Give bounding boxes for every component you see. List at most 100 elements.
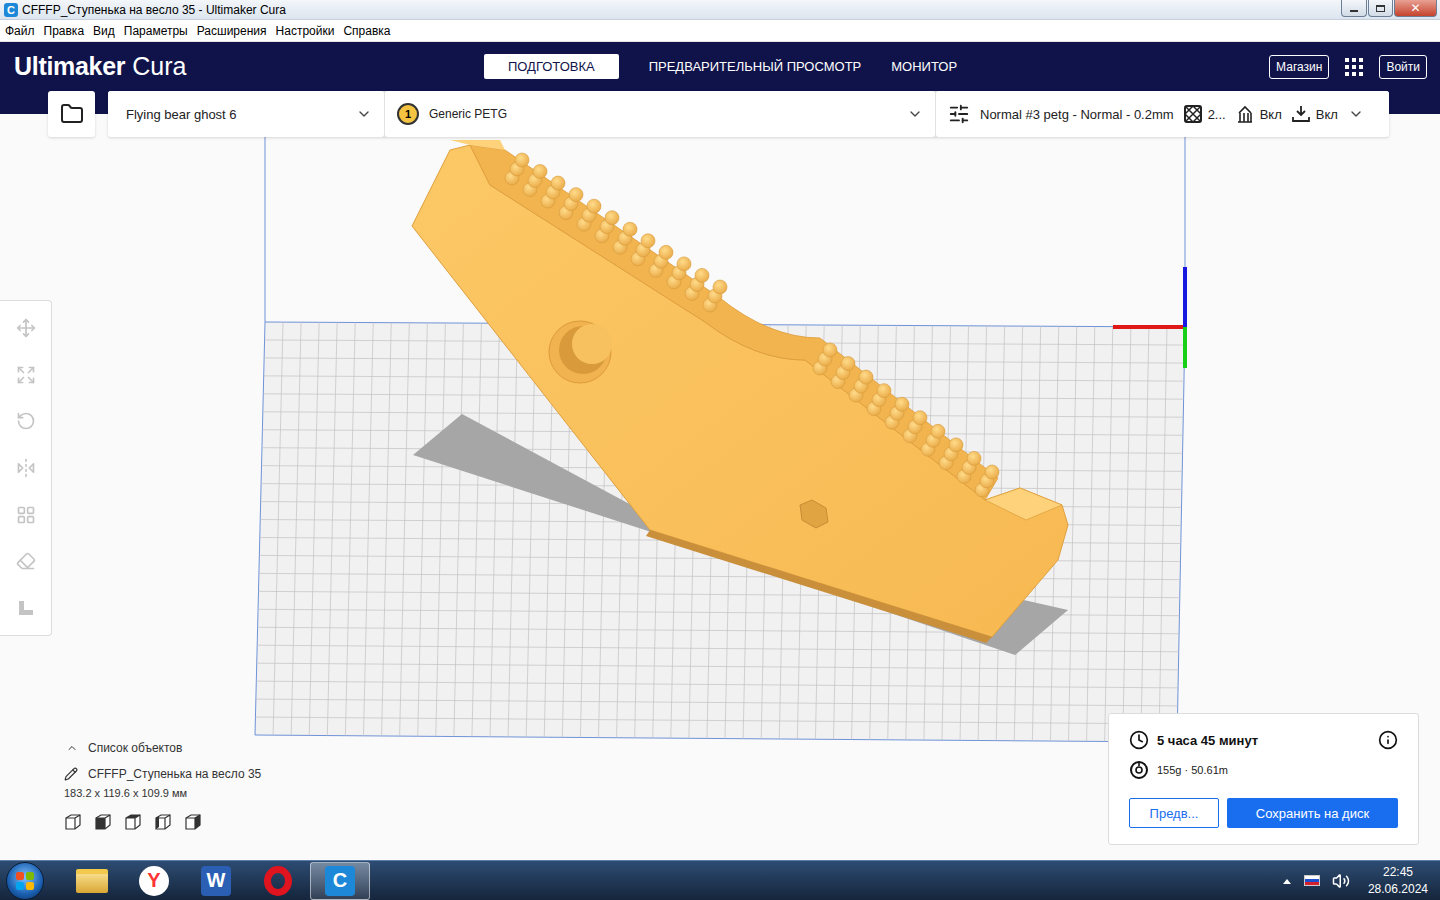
tool-button[interactable] bbox=[8, 543, 44, 579]
stud bbox=[823, 343, 837, 357]
stud bbox=[985, 465, 999, 479]
apps-dot bbox=[1345, 58, 1349, 62]
apps-dot bbox=[1352, 65, 1356, 69]
object-list-toggle[interactable]: Список объектов bbox=[64, 741, 261, 755]
minimize-button[interactable] bbox=[1341, 0, 1367, 17]
menu-item[interactable]: Правка bbox=[43, 24, 86, 38]
object-name[interactable]: CFFFP_Ступенька на весло 35 bbox=[64, 767, 261, 781]
header-row: UltimakerCuraПОДГОТОВКАПРЕДВАРИТЕЛЬНЫЙ П… bbox=[0, 42, 1440, 91]
axis-x bbox=[1113, 325, 1185, 329]
menu-item[interactable]: Вид bbox=[92, 24, 116, 38]
camera-view-button[interactable] bbox=[184, 813, 202, 831]
sign-in-button[interactable]: Войти bbox=[1379, 55, 1427, 79]
pencil-icon bbox=[64, 767, 78, 781]
stud bbox=[913, 411, 927, 425]
stud bbox=[569, 188, 583, 202]
camera-view-button[interactable] bbox=[64, 813, 82, 831]
camera-view-button[interactable] bbox=[154, 813, 172, 831]
adhesion-setting: Вкл bbox=[1292, 105, 1338, 123]
stage-tab[interactable]: ПРЕДВАРИТЕЛЬНЫЙ ПРОСМОТР bbox=[625, 54, 886, 79]
grid-line bbox=[508, 323, 517, 737]
language-flag-icon[interactable] bbox=[1304, 875, 1320, 886]
infill-setting: 2... bbox=[1184, 105, 1226, 123]
stage-tab[interactable]: МОНИТОР bbox=[867, 54, 981, 79]
clock-icon bbox=[1129, 730, 1149, 750]
menu-item[interactable]: Настройки bbox=[275, 24, 336, 38]
support-setting: Вкл bbox=[1236, 105, 1282, 123]
stud bbox=[931, 424, 945, 438]
restore-icon bbox=[1376, 5, 1385, 12]
tool-button[interactable] bbox=[8, 357, 44, 393]
taskbar-app[interactable] bbox=[248, 862, 308, 900]
stud bbox=[841, 357, 855, 371]
stud bbox=[677, 257, 691, 271]
cura-icon: C bbox=[325, 866, 355, 896]
volume-icon[interactable] bbox=[1332, 872, 1350, 890]
apps-dot bbox=[1345, 72, 1349, 76]
apps-dot bbox=[1345, 65, 1349, 69]
word-icon: W bbox=[201, 866, 231, 896]
taskbar-app[interactable]: C bbox=[310, 862, 370, 900]
workspace: UltimakerCuraПОДГОТОВКАПРЕДВАРИТЕЛЬНЫЙ П… bbox=[0, 42, 1440, 860]
tray-expand-icon[interactable] bbox=[1282, 877, 1292, 885]
stud bbox=[551, 176, 565, 190]
system-tray: 22:4528.06.2024 bbox=[1282, 864, 1440, 898]
taskbar-app[interactable]: W bbox=[186, 862, 246, 900]
taskbar-app[interactable]: Y bbox=[124, 862, 184, 900]
grid-line bbox=[436, 323, 446, 736]
menu-item[interactable]: Справка bbox=[342, 24, 391, 38]
tool-button[interactable] bbox=[8, 403, 44, 439]
windows-logo-pane bbox=[16, 882, 24, 890]
rotate-icon bbox=[16, 411, 36, 431]
info-icon[interactable] bbox=[1378, 730, 1398, 750]
grid-line bbox=[258, 591, 1179, 597]
stud bbox=[859, 370, 873, 384]
tool-button[interactable] bbox=[8, 590, 44, 626]
stage-tab[interactable]: ПОДГОТОВКА bbox=[484, 54, 619, 79]
model-hole bbox=[549, 321, 611, 383]
setup-group: Flying bear ghost 61Generic PETGNormal #… bbox=[108, 91, 1389, 137]
tool-button[interactable] bbox=[8, 450, 44, 486]
camera-view-button[interactable] bbox=[124, 813, 142, 831]
stage-tabs: ПОДГОТОВКАПРЕДВАРИТЕЛЬНЫЙ ПРОСМОТРМОНИТО… bbox=[484, 54, 957, 79]
move-icon bbox=[16, 318, 36, 338]
marketplace-button[interactable]: Магазин bbox=[1269, 55, 1329, 79]
material-selector[interactable]: 1Generic PETG bbox=[385, 91, 935, 137]
grid-line bbox=[1123, 327, 1131, 742]
taskbar-apps: YWC bbox=[62, 862, 1282, 900]
open-file-button[interactable] bbox=[48, 91, 95, 137]
start-button[interactable] bbox=[6, 862, 44, 900]
apps-icon[interactable] bbox=[1345, 58, 1363, 76]
close-icon: ✕ bbox=[1410, 2, 1420, 14]
tool-button[interactable] bbox=[8, 310, 44, 346]
stud bbox=[605, 211, 619, 225]
profile-selector[interactable]: Normal #3 petg - Normal - 0.2mm2...ВклВк… bbox=[936, 91, 1389, 137]
menu-item[interactable]: Параметры bbox=[123, 24, 189, 38]
printer-selector[interactable]: Flying bear ghost 6 bbox=[108, 91, 384, 137]
mirror-icon bbox=[16, 458, 36, 478]
model-hole bbox=[572, 324, 612, 364]
menu-item[interactable]: Файл bbox=[4, 24, 36, 38]
grid-line bbox=[309, 322, 319, 735]
grid-line bbox=[257, 663, 1179, 670]
grid-line bbox=[526, 323, 535, 737]
tray-clock[interactable]: 22:4528.06.2024 bbox=[1362, 864, 1428, 898]
folder-icon bbox=[60, 102, 84, 126]
yandex-icon: Y bbox=[139, 866, 169, 896]
windows-logo-pane bbox=[26, 872, 34, 880]
camera-view-button[interactable] bbox=[94, 813, 112, 831]
maximize-button[interactable] bbox=[1368, 0, 1393, 17]
close-button[interactable]: ✕ bbox=[1394, 0, 1437, 17]
chevron-up-icon bbox=[66, 742, 78, 754]
save-button[interactable]: Сохранить на диск bbox=[1227, 798, 1398, 828]
taskbar-app[interactable] bbox=[62, 862, 122, 900]
menu-item[interactable]: Расширения bbox=[196, 24, 268, 38]
camera-views bbox=[64, 813, 261, 831]
support-blocker-icon bbox=[16, 551, 36, 571]
grid-line bbox=[382, 323, 392, 736]
stud bbox=[515, 153, 529, 167]
preview-button[interactable]: Предв... bbox=[1129, 798, 1219, 828]
tool-button[interactable] bbox=[8, 497, 44, 533]
grid-line bbox=[257, 645, 1179, 652]
app-window: CCFFFP_Ступенька на весло 35 - Ultimaker… bbox=[0, 0, 1440, 900]
